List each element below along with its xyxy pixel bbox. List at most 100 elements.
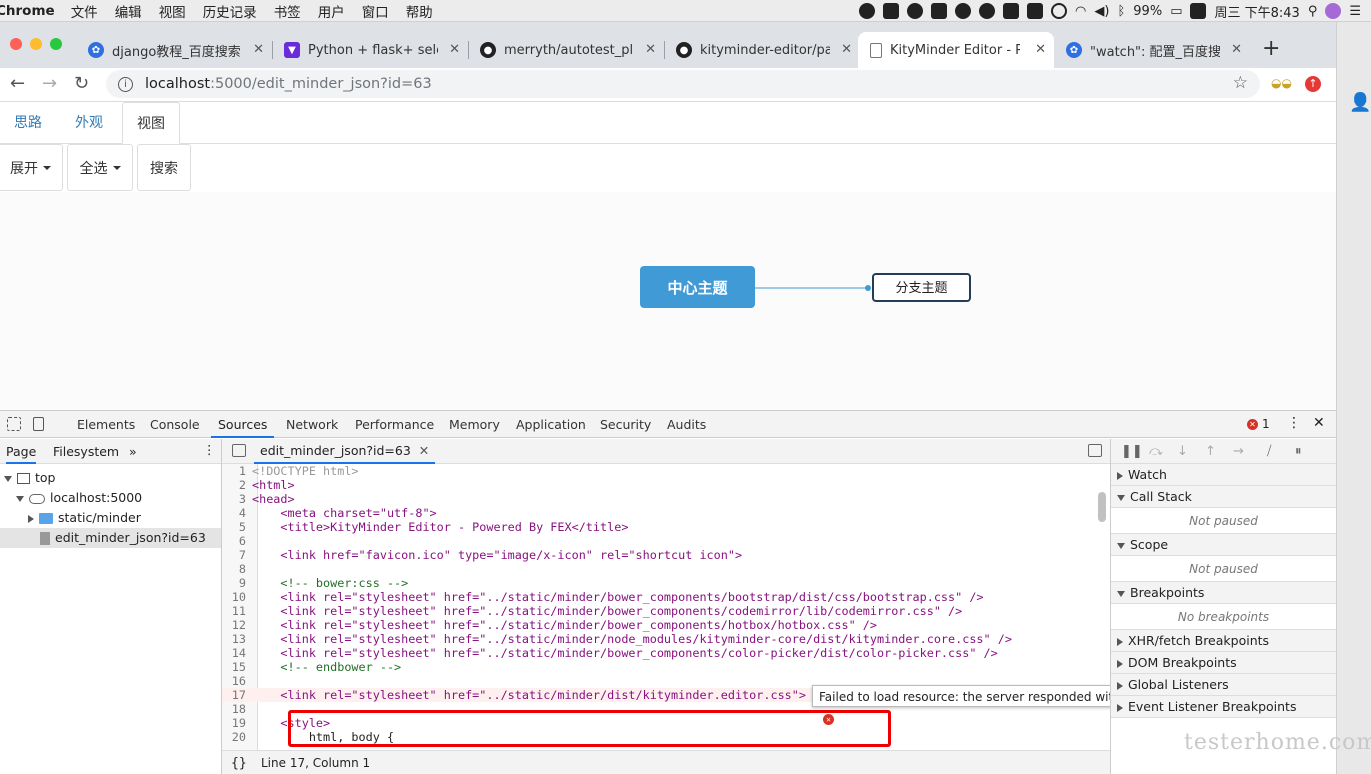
battery-icon[interactable]: ▭ (1170, 4, 1182, 19)
upload-extension-icon[interactable]: ↑ (1305, 76, 1321, 92)
code-line[interactable]: 15 <!-- endbower --> (222, 660, 1097, 674)
zoom-window-button[interactable] (50, 38, 62, 50)
line-number[interactable]: 11 (222, 604, 252, 618)
menu-history[interactable]: 历史记录 (203, 1, 257, 21)
devtools-tab-audits[interactable]: Audits (667, 411, 706, 438)
code-line[interactable]: 8 (222, 562, 1097, 576)
line-number[interactable]: 9 (222, 576, 252, 590)
step-over-icon[interactable]: ⤼ (1149, 444, 1163, 459)
pretty-print-icon[interactable]: {} (231, 751, 247, 774)
code-line[interactable]: 13 <link rel="stylesheet" href="../stati… (222, 632, 1097, 646)
debugger-section-header[interactable]: Event Listener Breakpoints (1111, 696, 1336, 718)
line-number[interactable]: 13 (222, 632, 252, 646)
code-line[interactable]: 9 <!-- bower:css --> (222, 576, 1097, 590)
close-tab-icon[interactable]: ✕ (1035, 42, 1046, 57)
status-app-icon-6[interactable] (1190, 3, 1207, 19)
status-app-icon-3[interactable] (955, 3, 972, 19)
browser-tab-6[interactable]: ✿ "watch": 配置_百度搜索 ✕ (1054, 32, 1250, 68)
line-number[interactable]: 18 (222, 702, 252, 716)
navigator-tab-page[interactable]: Page (6, 444, 37, 464)
site-info-icon[interactable]: i (118, 76, 133, 92)
tree-item-localhost[interactable]: localhost:5000 (0, 488, 221, 508)
minimize-window-button[interactable] (30, 38, 42, 50)
devtools-menu-icon[interactable]: ⋮ (1287, 415, 1301, 431)
input-method-icon[interactable] (1051, 3, 1068, 19)
select-all-dropdown[interactable]: 全选 (67, 144, 133, 191)
code-line[interactable]: 6 (222, 534, 1097, 548)
devtools-tab-security[interactable]: Security (600, 411, 651, 438)
step-into-icon[interactable]: ↓ (1177, 444, 1188, 459)
line-number[interactable]: 6 (222, 534, 252, 548)
editor-scrollbar[interactable] (1098, 492, 1106, 522)
inspect-element-icon[interactable] (7, 417, 21, 431)
debugger-section-header[interactable]: XHR/fetch Breakpoints (1111, 630, 1336, 652)
deactivate-breakpoints-icon[interactable]: ⧸ (1267, 444, 1271, 459)
tree-item-top[interactable]: top (0, 468, 221, 488)
devtools-tab-performance[interactable]: Performance (355, 411, 434, 438)
bluetooth-icon[interactable]: ᛒ (1117, 4, 1125, 19)
line-number[interactable]: 12 (222, 618, 252, 632)
tree-item-static-minder[interactable]: static/minder (0, 508, 221, 528)
status-app-icon-2[interactable] (931, 3, 948, 19)
browser-tab-5-active[interactable]: KityMinder Editor - Pow ✕ (858, 32, 1054, 68)
wifi-icon[interactable]: ◠ (1075, 4, 1086, 19)
device-toolbar-icon[interactable] (33, 417, 44, 431)
code-line[interactable]: 5 <title>KityMinder Editor - Powered By … (222, 520, 1097, 534)
spotlight-search-icon[interactable]: ⚲ (1308, 4, 1318, 19)
menu-window[interactable]: 窗口 (362, 1, 389, 21)
close-tab-icon[interactable]: ✕ (841, 42, 852, 57)
extension-icon[interactable]: ◒◒ (1271, 76, 1292, 90)
code-line[interactable]: 3 <head> (222, 492, 1097, 506)
devtools-tab-elements[interactable]: Elements (77, 411, 135, 438)
line-number[interactable]: 1 (222, 464, 252, 478)
debugger-section-header[interactable]: Watch (1111, 464, 1336, 486)
code-line[interactable]: 7 <link href="favicon.ico" type="image/x… (222, 548, 1097, 562)
browser-tab-4[interactable]: ● kityminder-editor/package ✕ (664, 32, 860, 68)
expand-dropdown[interactable]: 展开 (0, 144, 63, 191)
pause-icon[interactable]: ❚❚ (1121, 444, 1143, 459)
error-count-badge[interactable]: ✕ 1 (1247, 417, 1270, 431)
devtools-tab-network[interactable]: Network (286, 411, 338, 438)
code-line[interactable]: 14 <link rel="stylesheet" href="../stati… (222, 646, 1097, 660)
inline-error-icon[interactable]: ✕ (823, 714, 834, 725)
tab-view[interactable]: 视图 (122, 102, 180, 144)
navigator-tab-filesystem[interactable]: Filesystem (53, 444, 119, 459)
menu-view[interactable]: 视图 (159, 1, 186, 21)
status-app-icon-4[interactable] (1003, 3, 1020, 19)
mindmap-canvas[interactable]: 中心主题 分支主题 (0, 192, 1336, 410)
close-file-tab-icon[interactable]: ✕ (419, 443, 429, 458)
close-window-button[interactable] (10, 38, 22, 50)
code-line[interactable]: 2 <html> (222, 478, 1097, 492)
line-number[interactable]: 17 (222, 688, 252, 702)
clock[interactable]: 周三 下午8:43 (1214, 2, 1299, 21)
address-bar[interactable]: i localhost:5000/edit_minder_json?id=63 … (106, 70, 1260, 98)
line-number[interactable]: 15 (222, 660, 252, 674)
search-button[interactable]: 搜索 (137, 144, 191, 191)
app-menu[interactable]: Chrome (0, 3, 55, 19)
menu-edit[interactable]: 编辑 (115, 1, 142, 21)
debugger-section-header[interactable]: Global Listeners (1111, 674, 1336, 696)
forward-arrow-icon[interactable]: → (42, 73, 57, 94)
step-icon[interactable]: → (1233, 444, 1244, 459)
new-tab-button[interactable]: + (1262, 36, 1280, 61)
toggle-navigator-icon[interactable] (232, 444, 246, 457)
navigator-more-tabs[interactable]: » (129, 444, 137, 459)
line-number[interactable]: 3 (222, 492, 252, 506)
menu-bookmarks[interactable]: 书签 (274, 1, 301, 21)
code-line[interactable]: 4 <meta charset="utf-8"> (222, 506, 1097, 520)
close-tab-icon[interactable]: ✕ (449, 42, 460, 57)
toggle-debugger-icon[interactable] (1088, 444, 1102, 457)
devtools-tab-console[interactable]: Console (150, 411, 200, 438)
reload-icon[interactable]: ↻ (74, 73, 89, 94)
line-number[interactable]: 20 (222, 730, 252, 744)
menu-file[interactable]: 文件 (71, 1, 98, 21)
wechat-icon[interactable] (979, 3, 996, 19)
bookmark-star-icon[interactable]: ☆ (1233, 73, 1248, 93)
code-line[interactable]: 11 <link rel="stylesheet" href="../stati… (222, 604, 1097, 618)
code-line[interactable]: 10 <link rel="stylesheet" href="../stati… (222, 590, 1097, 604)
status-app-icon-5[interactable] (1027, 3, 1044, 19)
browser-tab-2[interactable]: ▼ Python + flask+ selenium ✕ (272, 32, 468, 68)
close-devtools-icon[interactable]: ✕ (1313, 415, 1325, 431)
line-number[interactable]: 7 (222, 548, 252, 562)
notification-center-icon[interactable]: ☰ (1349, 4, 1361, 19)
